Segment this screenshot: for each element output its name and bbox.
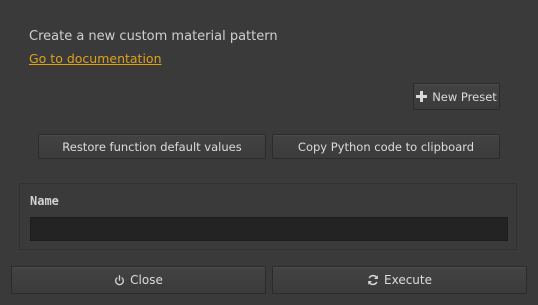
parameters-panel: Name — [19, 183, 517, 250]
copy-python-code-button[interactable]: Copy Python code to clipboard — [272, 134, 500, 159]
plus-icon — [416, 91, 428, 102]
copy-python-code-label: Copy Python code to clipboard — [297, 139, 475, 154]
name-field[interactable] — [30, 217, 508, 241]
execute-label: Execute — [384, 273, 432, 287]
new-preset-button[interactable]: New Preset — [413, 83, 500, 110]
power-icon — [114, 274, 125, 286]
new-preset-label: New Preset — [432, 89, 497, 104]
name-field-label: Name — [30, 194, 59, 208]
refresh-icon — [367, 274, 379, 286]
restore-defaults-label: Restore function default values — [62, 139, 242, 154]
close-label: Close — [130, 273, 163, 287]
close-button[interactable]: Close — [11, 266, 266, 294]
execute-button[interactable]: Execute — [272, 266, 527, 294]
restore-defaults-button[interactable]: Restore function default values — [38, 134, 266, 159]
dialog-root: Create a new custom material pattern Go … — [0, 0, 538, 305]
documentation-link[interactable]: Go to documentation — [29, 51, 162, 66]
dialog-description: Create a new custom material pattern — [29, 29, 278, 44]
